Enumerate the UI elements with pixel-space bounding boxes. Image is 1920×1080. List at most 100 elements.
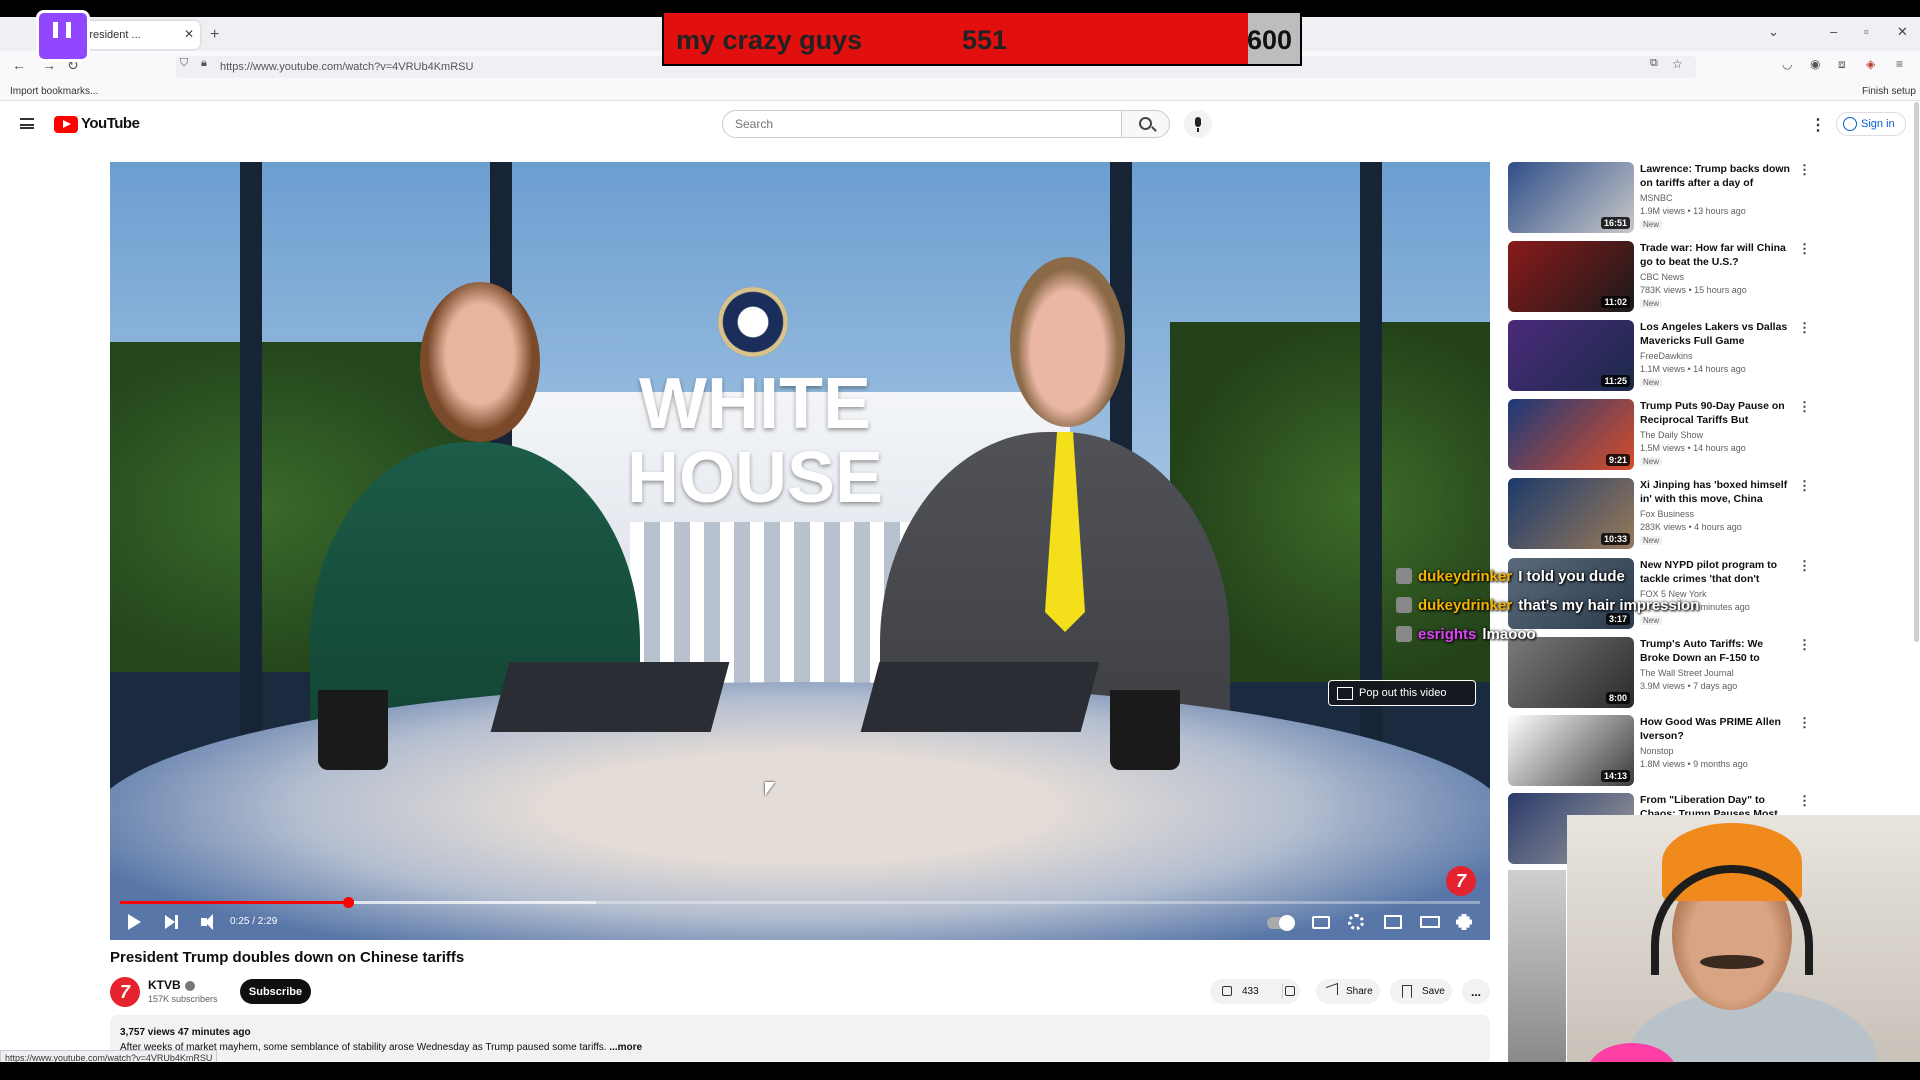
channel-avatar[interactable]: 7: [110, 977, 140, 1007]
menu-icon[interactable]: [20, 118, 34, 129]
video-player[interactable]: WHITE HOUSE 7 Pop out this video 0:25 / …: [110, 162, 1490, 940]
subscribe-button[interactable]: Subscribe: [240, 979, 311, 1004]
recommendation-title[interactable]: How Good Was PRIME Allen Iverson?: [1640, 715, 1795, 743]
next-icon[interactable]: [165, 915, 178, 929]
recommendation-stats: 1.1M views • 14 hours ago: [1640, 364, 1746, 374]
recommendation-channel[interactable]: Nonstop: [1640, 746, 1674, 756]
like-count: 433: [1242, 986, 1259, 997]
recommendation-thumbnail[interactable]: 10:33: [1508, 478, 1634, 549]
chat-text: that's my hair impression: [1518, 597, 1700, 614]
search-icon[interactable]: [1122, 110, 1170, 138]
close-window-icon[interactable]: ✕: [1897, 24, 1908, 40]
sign-in-button[interactable]: Sign in: [1836, 112, 1906, 136]
description-box[interactable]: [110, 1015, 1490, 1065]
recommendation-menu-icon[interactable]: ⋮: [1798, 162, 1811, 178]
more-actions-button[interactable]: ...: [1462, 979, 1490, 1004]
recommendation-menu-icon[interactable]: ⋮: [1798, 715, 1811, 731]
tab-close-icon[interactable]: ✕: [184, 27, 194, 41]
back-icon[interactable]: ←: [12, 57, 26, 73]
recommendation-item[interactable]: 14:13 How Good Was PRIME Allen Iverson? No…: [1508, 715, 1811, 787]
maximize-icon[interactable]: ▫: [1864, 24, 1869, 39]
pocket-icon[interactable]: ◡: [1782, 57, 1792, 71]
microphone-icon[interactable]: [1184, 110, 1212, 138]
recommendation-stats: 3.9M views • 7 days ago: [1640, 681, 1738, 691]
share-button[interactable]: Share: [1316, 979, 1380, 1004]
recommendation-channel[interactable]: FreeDawkins: [1640, 351, 1693, 361]
recommendation-channel[interactable]: Fox Business: [1640, 509, 1694, 519]
gear-icon[interactable]: [1348, 914, 1364, 930]
finish-setup[interactable]: Finish setup: [1862, 86, 1916, 97]
new-badge: New: [1640, 299, 1663, 308]
recommendation-title[interactable]: Xi Jinping has 'boxed himself in' with t…: [1640, 478, 1795, 506]
video-duration: 14:13: [1600, 770, 1630, 782]
recommendation-menu-icon[interactable]: ⋮: [1798, 478, 1811, 494]
settings-menu-icon[interactable]: ⋮: [1810, 115, 1826, 135]
recommendation-menu-icon[interactable]: ⋮: [1798, 399, 1811, 415]
volume-icon[interactable]: [201, 913, 219, 931]
channel-name[interactable]: KTVB: [148, 978, 181, 992]
recommendation-menu-icon[interactable]: ⋮: [1798, 320, 1811, 336]
twitch-logo-icon: [36, 10, 90, 62]
bookmark-star-icon[interactable]: ☆: [1672, 57, 1683, 71]
account-icon[interactable]: ◉: [1810, 57, 1820, 71]
new-tab-icon[interactable]: +: [210, 26, 219, 44]
recommendation-item[interactable]: 16:51 Lawrence: Trump backs down on tarif…: [1508, 162, 1811, 234]
recommendation-item[interactable]: 9:21 Trump Puts 90-Day Pause on Reciproca…: [1508, 399, 1811, 471]
video-title: President Trump doubles down on Chinese …: [110, 949, 465, 966]
import-bookmarks[interactable]: Import bookmarks...: [10, 86, 98, 97]
share-icon: [1326, 982, 1338, 1000]
recommendation-menu-icon[interactable]: ⋮: [1798, 241, 1811, 257]
recommendation-item[interactable]: 11:25 Los Angeles Lakers vs Dallas Maveri…: [1508, 320, 1811, 392]
recommendation-thumbnail[interactable]: 14:13: [1508, 715, 1634, 786]
translate-icon[interactable]: ⧉: [1650, 57, 1658, 70]
recommendation-menu-icon[interactable]: ⋮: [1798, 793, 1811, 809]
chat-username: dukeydrinker: [1418, 597, 1513, 614]
mouse-cursor-icon: [765, 782, 775, 796]
laptop: [490, 662, 730, 732]
video-duration: 11:25: [1601, 375, 1630, 387]
page-scrollbar[interactable]: [1914, 102, 1919, 642]
save-button[interactable]: Save: [1390, 979, 1452, 1004]
shield-icon[interactable]: ⛉: [180, 57, 188, 70]
recommendation-title[interactable]: Trump Puts 90-Day Pause on Reciprocal Ta…: [1640, 399, 1795, 427]
mug-icon: [318, 690, 388, 770]
fullscreen-icon[interactable]: [1456, 914, 1472, 930]
recommendation-item[interactable]: 11:02 Trade war: How far will China go to…: [1508, 241, 1811, 313]
recommendation-channel[interactable]: CBC News: [1640, 272, 1684, 282]
play-icon[interactable]: [128, 914, 141, 930]
thumbs-down-icon[interactable]: [1285, 986, 1295, 996]
minimize-icon[interactable]: –: [1830, 24, 1837, 39]
app-menu-icon[interactable]: ≡: [1896, 57, 1903, 71]
recommendation-menu-icon[interactable]: ⋮: [1798, 558, 1811, 574]
channel-name-row[interactable]: KTVB: [148, 978, 195, 992]
miniplayer-icon[interactable]: [1384, 915, 1402, 929]
recommendation-channel[interactable]: The Wall Street Journal: [1640, 668, 1734, 678]
recommendation-menu-icon[interactable]: ⋮: [1798, 637, 1811, 653]
recommendation-thumbnail[interactable]: 16:51: [1508, 162, 1634, 233]
news-anchor-man-head: [1010, 257, 1125, 427]
pop-out-video-button[interactable]: Pop out this video: [1328, 680, 1476, 706]
theater-mode-icon[interactable]: [1420, 916, 1440, 928]
url-text[interactable]: https://www.youtube.com/watch?v=4VRUb4Km…: [220, 61, 473, 73]
autoplay-toggle-icon[interactable]: [1267, 915, 1295, 931]
tab-title: President ...: [82, 29, 141, 41]
recommendation-channel[interactable]: The Daily Show: [1640, 430, 1703, 440]
tab-list-icon[interactable]: ⌄: [1768, 24, 1779, 40]
recommendation-title[interactable]: Trade war: How far will China go to beat…: [1640, 241, 1795, 269]
description-more-link[interactable]: ...more: [609, 1042, 642, 1053]
extension-icon[interactable]: ◈: [1866, 57, 1875, 71]
recommendation-stats: 1.9M views • 13 hours ago: [1640, 206, 1746, 216]
recommendation-title[interactable]: Lawrence: Trump backs down on tariffs af…: [1640, 162, 1795, 190]
recommendation-thumbnail[interactable]: 11:25: [1508, 320, 1634, 391]
search-input[interactable]: [722, 110, 1122, 138]
youtube-wordmark[interactable]: YouTube: [81, 115, 140, 132]
recommendation-title[interactable]: Los Angeles Lakers vs Dallas Mavericks F…: [1640, 320, 1795, 348]
captions-icon[interactable]: [1312, 916, 1330, 929]
extensions-icon[interactable]: ⧈: [1838, 57, 1846, 72]
recommendation-thumbnail[interactable]: 11:02: [1508, 241, 1634, 312]
youtube-logo-icon[interactable]: [54, 116, 78, 133]
recommendation-thumbnail[interactable]: 9:21: [1508, 399, 1634, 470]
recommendation-item[interactable]: 10:33 Xi Jinping has 'boxed himself in' w…: [1508, 478, 1811, 550]
screen: President ... ✕ + ⌄ – ▫ ✕ ← → ↻ ⛉ 🔒︎ htt…: [0, 0, 1920, 1080]
recommendation-channel[interactable]: MSNBC: [1640, 193, 1673, 203]
